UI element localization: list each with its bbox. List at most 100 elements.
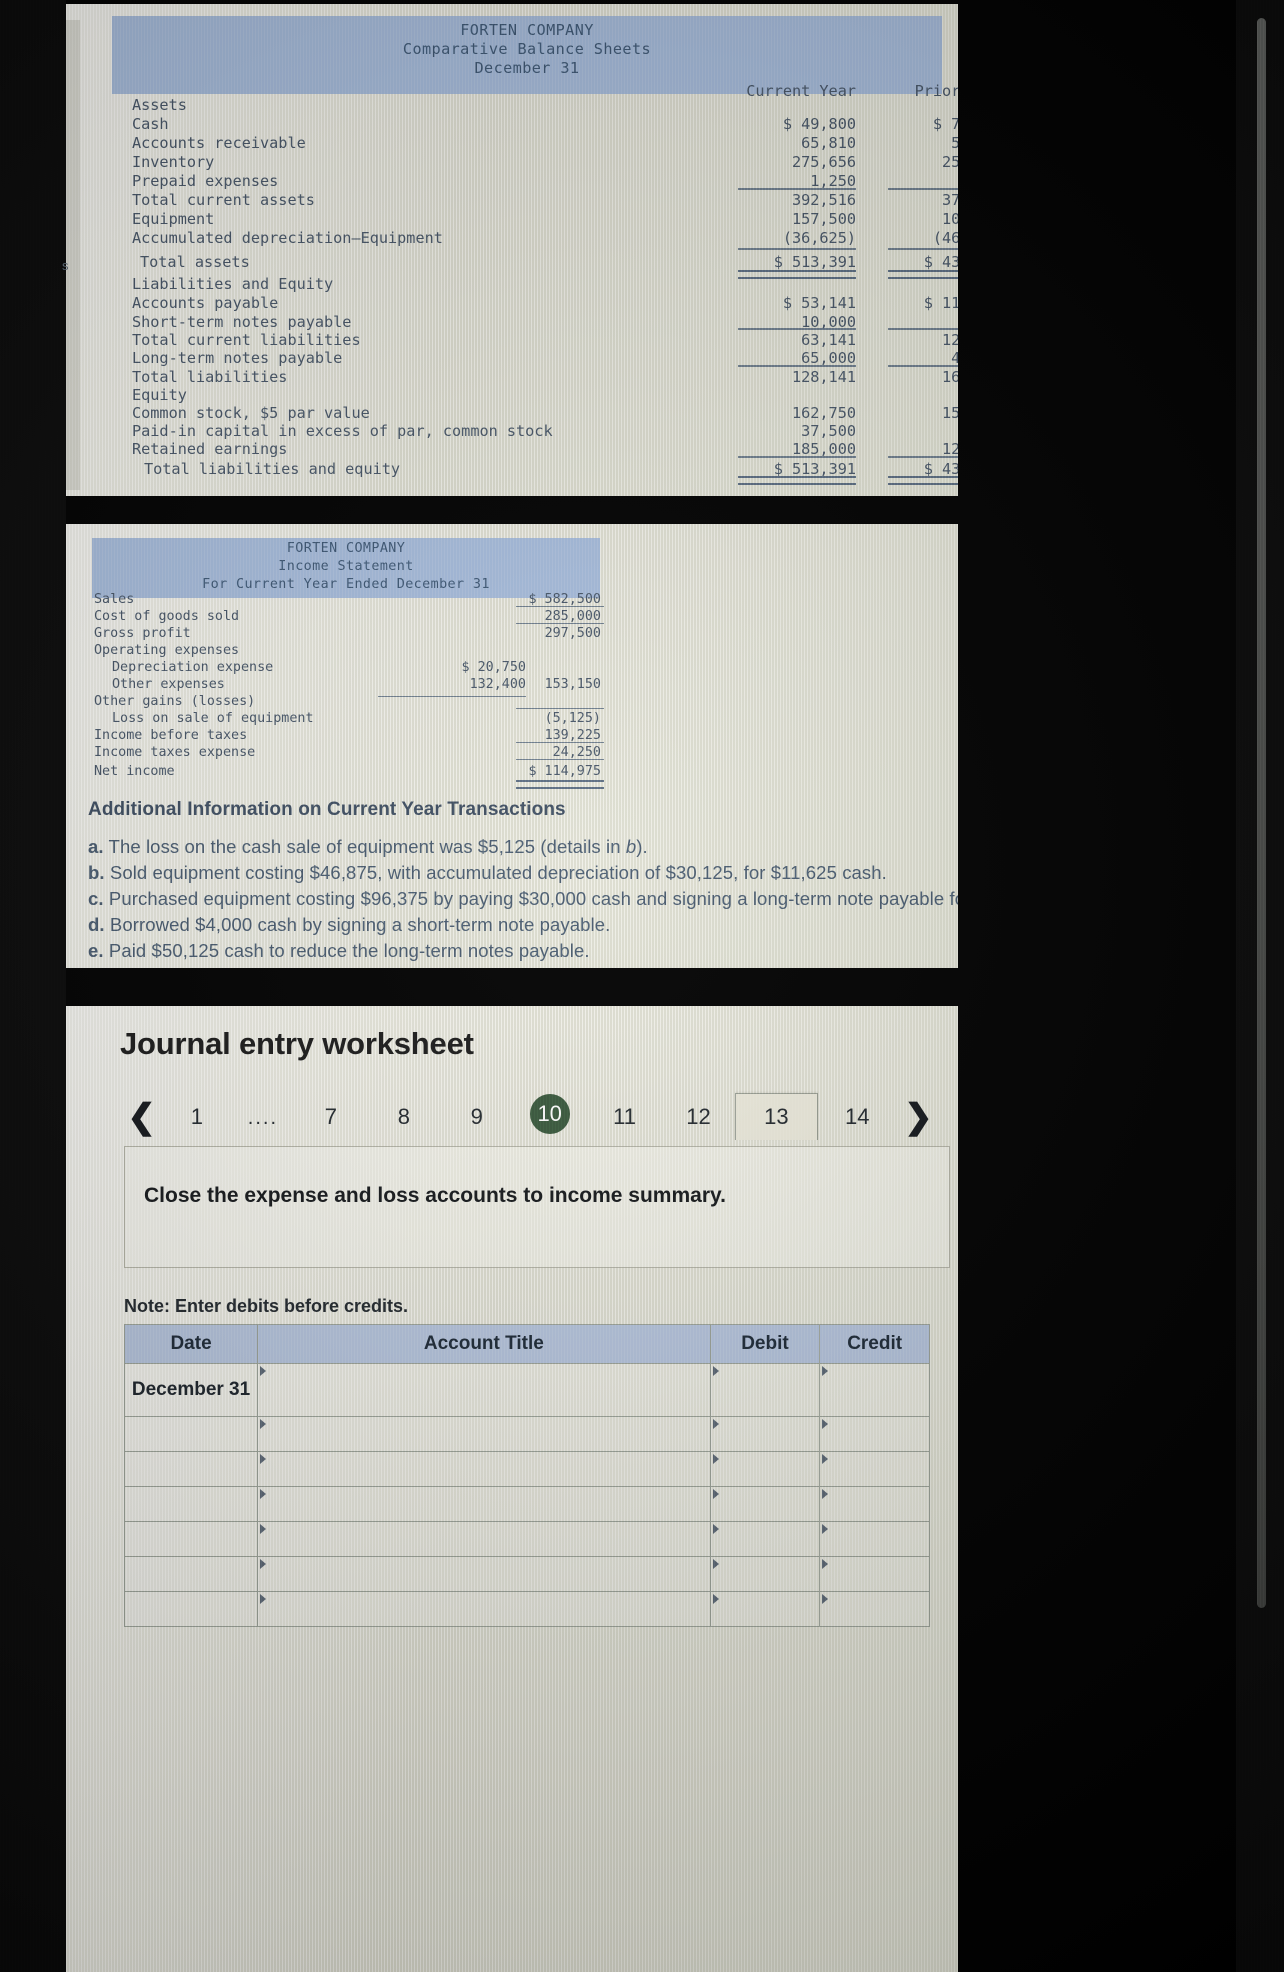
table-row	[123, 1416, 930, 1452]
bs-label-11: Short-term notes payable	[132, 313, 352, 331]
is-total-10: $ 114,975	[528, 764, 601, 779]
page-tab-13[interactable]: 13	[734, 1093, 818, 1140]
bs-label-5: Total current assets	[132, 191, 315, 209]
is-rule-sales	[516, 606, 604, 607]
bs-rule-d1	[738, 365, 856, 367]
credit-cell-5[interactable]	[819, 1556, 930, 1592]
bs-label-7: Accumulated depreciation—Equipment	[132, 229, 443, 247]
bs-pri-8: $ 439,800	[923, 253, 958, 271]
is-dbl-net-income	[516, 780, 604, 789]
balance-sheet-panel: FORTEN COMPANY Comparative Balance Sheet…	[66, 4, 958, 496]
bs-label-9: Liabilities and Equity	[132, 275, 334, 293]
additional-info-item-f: f. Issued 2,500 shares of common stock f…	[94, 966, 624, 968]
account-cell-3[interactable]	[257, 1486, 711, 1522]
is-total-2: 297,500	[544, 626, 601, 641]
bullet-tail-a: ).	[636, 836, 648, 857]
bs-pri-17: 0	[816, 422, 958, 440]
credit-cell-0[interactable]	[819, 1363, 930, 1417]
is-period: For Current Year Ended December 31	[202, 577, 490, 592]
is-label-10: Net income	[94, 764, 175, 779]
credit-cell-2[interactable]	[819, 1451, 930, 1487]
table-row	[123, 1486, 930, 1522]
page-button-11[interactable]: 11	[587, 1104, 662, 1140]
date-cell-2[interactable]	[123, 1451, 259, 1487]
journal-entry-table: Date Account Title Debit Credit December…	[123, 1324, 930, 1627]
bs-label-19: Total liabilities and equity	[144, 460, 401, 478]
bs-label-8: Total assets	[140, 253, 250, 271]
account-cell-4[interactable]	[257, 1521, 711, 1557]
is-label-2: Gross profit	[94, 626, 191, 641]
page-button-8[interactable]: 8	[366, 1104, 441, 1140]
bs-rule-c1	[738, 328, 856, 330]
account-cell-2[interactable]	[257, 1451, 711, 1487]
page-button-9[interactable]: 9	[441, 1104, 512, 1140]
date-cell-0[interactable]: December 31	[123, 1363, 259, 1417]
date-cell-5[interactable]	[123, 1556, 259, 1592]
date-cell-3[interactable]	[123, 1486, 259, 1522]
debit-cell-4[interactable]	[709, 1521, 821, 1557]
bullet-letter-c: c.	[88, 888, 104, 909]
bs-label-2: Accounts receivable	[132, 134, 306, 152]
worksheet-title: Journal entry worksheet	[120, 1026, 474, 1061]
credit-cell-4[interactable]	[819, 1521, 930, 1557]
column-header-credit: Credit	[819, 1324, 930, 1364]
debit-cell-3[interactable]	[709, 1486, 821, 1522]
page-ellipsis: ....	[247, 1107, 279, 1129]
is-label-5: Other expenses	[112, 677, 225, 692]
bs-dbl-total-assets-2	[888, 270, 958, 279]
bullet-letter-f: f.	[94, 966, 106, 968]
account-cell-1[interactable]	[257, 1416, 711, 1452]
bs-pri-2: 50,625	[951, 134, 958, 152]
chevron-left-icon[interactable]: ❮	[120, 1100, 163, 1140]
page-button-1[interactable]: 1	[163, 1104, 230, 1140]
bs-pri-16: 150,250	[941, 404, 958, 422]
table-row	[123, 1521, 930, 1557]
credit-cell-1[interactable]	[819, 1416, 930, 1452]
page-button-14[interactable]: 14	[818, 1104, 897, 1140]
debit-cell-6[interactable]	[709, 1591, 821, 1627]
bs-label-1: Cash	[132, 115, 169, 133]
bs-title: Comparative Balance Sheets	[402, 40, 652, 58]
income-statement-panel: FORTEN COMPANY Income Statement For Curr…	[66, 524, 958, 968]
date-cell-4[interactable]	[123, 1521, 259, 1557]
bs-rule-a2	[888, 188, 958, 190]
date-cell-1[interactable]	[123, 1416, 259, 1452]
bs-label-12: Total current liabilities	[132, 331, 361, 349]
is-label-4: Depreciation expense	[112, 660, 274, 675]
debit-cell-5[interactable]	[709, 1556, 821, 1592]
is-label-6: Other gains (losses)	[94, 694, 256, 709]
table-row: December 31	[123, 1363, 930, 1417]
page-button-7[interactable]: 7	[295, 1104, 366, 1140]
is-title: Income Statement	[278, 559, 414, 574]
bs-rule-d2	[888, 365, 958, 367]
bs-label-3: Inventory	[132, 153, 215, 171]
scrollbar-thumb[interactable]	[1257, 18, 1266, 1608]
bs-label-15: Equity	[132, 386, 187, 404]
additional-info-item-b: b. Sold equipment costing $46,875, with …	[88, 862, 887, 884]
debit-cell-0[interactable]	[709, 1363, 821, 1417]
is-rule-tax	[516, 759, 604, 760]
column-header-account: Account Title	[257, 1324, 711, 1364]
page-button-10-current[interactable]: 10	[529, 1094, 570, 1134]
credit-cell-3[interactable]	[819, 1486, 930, 1522]
chevron-right-icon[interactable]: ❯	[897, 1100, 940, 1140]
debit-cell-1[interactable]	[709, 1416, 821, 1452]
is-label-0: Sales	[94, 592, 135, 607]
comparative-balance-sheet: FORTEN COMPANY Comparative Balance Sheet…	[66, 4, 958, 496]
bullet-text-c: Purchased equipment costing $96,375 by p…	[108, 888, 958, 909]
bs-dbl-total-assets-1	[738, 270, 856, 279]
debit-cell-2[interactable]	[709, 1451, 821, 1487]
date-cell-6[interactable]	[123, 1591, 259, 1627]
column-header-date: Date	[123, 1324, 259, 1364]
page-button-12[interactable]: 12	[662, 1104, 735, 1140]
account-cell-0[interactable]	[257, 1363, 711, 1417]
debits-before-credits-note: Note: Enter debits before credits.	[124, 1296, 409, 1316]
credit-cell-6[interactable]	[819, 1591, 930, 1627]
bs-rule-c2	[888, 328, 958, 330]
account-cell-6[interactable]	[257, 1591, 711, 1627]
bs-col-prior-year: Prior Year	[914, 82, 958, 100]
bs-rule-e1	[738, 456, 856, 458]
account-cell-5[interactable]	[257, 1556, 711, 1592]
table-row	[123, 1591, 930, 1627]
bs-rule-e2	[888, 456, 958, 458]
